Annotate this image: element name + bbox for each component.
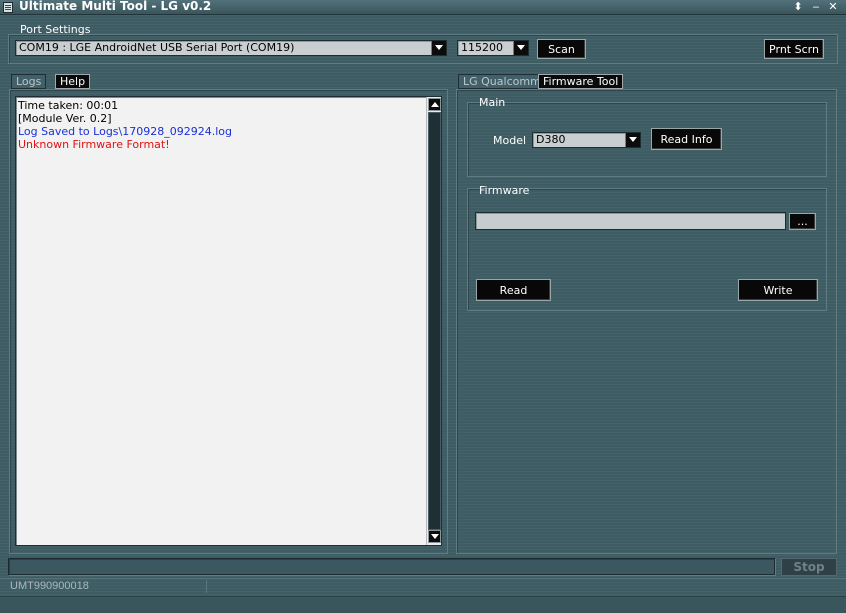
arrow-down-icon[interactable] (428, 530, 441, 543)
title-bar[interactable]: Ultimate Multi Tool - LG v0.2 ⬍ ‒ ✕ (0, 0, 846, 15)
firmware-path-input[interactable] (475, 212, 786, 230)
port-select[interactable]: COM19 : LGE AndroidNet USB Serial Port (… (15, 40, 447, 56)
browse-button[interactable]: ... (789, 213, 816, 230)
tab-firmware-tool-label: Firmware Tool (543, 75, 619, 88)
read-button[interactable]: Read (476, 279, 551, 301)
baud-select-value: 115200 (461, 41, 503, 54)
chevron-down-icon[interactable] (513, 41, 528, 55)
status-separator (206, 580, 207, 593)
model-select-value: D380 (536, 133, 566, 146)
arrow-up-icon[interactable] (428, 98, 441, 111)
progress-bar (8, 558, 775, 575)
model-label: Model (493, 134, 527, 147)
log-line: Unknown Firmware Format! (18, 138, 170, 151)
minimize-icon[interactable]: ‒ (809, 0, 823, 14)
log-line: [Module Ver. 0.2] (18, 112, 112, 125)
log-line: Log Saved to Logs\170928_092924.log (18, 125, 232, 138)
tab-logs-label: Logs (16, 75, 42, 88)
status-bar (0, 578, 846, 595)
scan-button[interactable]: Scan (537, 39, 586, 59)
port-select-value: COM19 : LGE AndroidNet USB Serial Port (… (19, 41, 295, 54)
log-scrollbar[interactable] (426, 97, 441, 545)
baud-select[interactable]: 115200 (457, 40, 529, 56)
port-settings-label: Port Settings (20, 23, 91, 36)
print-screen-button[interactable]: Prnt Scrn (764, 39, 824, 59)
tab-logs[interactable]: Logs (11, 74, 47, 89)
model-select[interactable]: D380 (532, 132, 641, 148)
status-serial: UMT990900018 (10, 580, 89, 592)
app-icon[interactable] (3, 2, 13, 13)
window-title: Ultimate Multi Tool - LG v0.2 (19, 0, 212, 13)
chevron-down-icon[interactable] (625, 133, 640, 147)
tab-help[interactable]: Help (55, 74, 91, 89)
firmware-group-label: Firmware (479, 184, 530, 197)
close-icon[interactable]: ✕ (826, 0, 840, 14)
log-output[interactable]: Time taken: 00:01 [Module Ver. 0.2] Log … (15, 96, 442, 546)
bottom-strip (0, 596, 846, 613)
read-info-button[interactable]: Read Info (651, 128, 722, 150)
tab-firmware-tool[interactable]: Firmware Tool (538, 74, 624, 89)
chevron-down-icon[interactable] (431, 41, 446, 55)
write-button[interactable]: Write (738, 279, 818, 301)
scrollbar-track[interactable] (428, 112, 441, 530)
tab-lg-qualcomm-label: LG Qualcomm (463, 75, 541, 88)
tab-lg-qualcomm[interactable]: LG Qualcomm (458, 74, 546, 89)
main-group-label: Main (479, 96, 506, 109)
restore-icon[interactable]: ⬍ (791, 0, 805, 14)
log-line: Time taken: 00:01 (18, 99, 119, 112)
tab-help-label: Help (60, 75, 86, 88)
log-lines: Time taken: 00:01 [Module Ver. 0.2] Log … (18, 99, 232, 151)
stop-button[interactable]: Stop (781, 558, 837, 576)
